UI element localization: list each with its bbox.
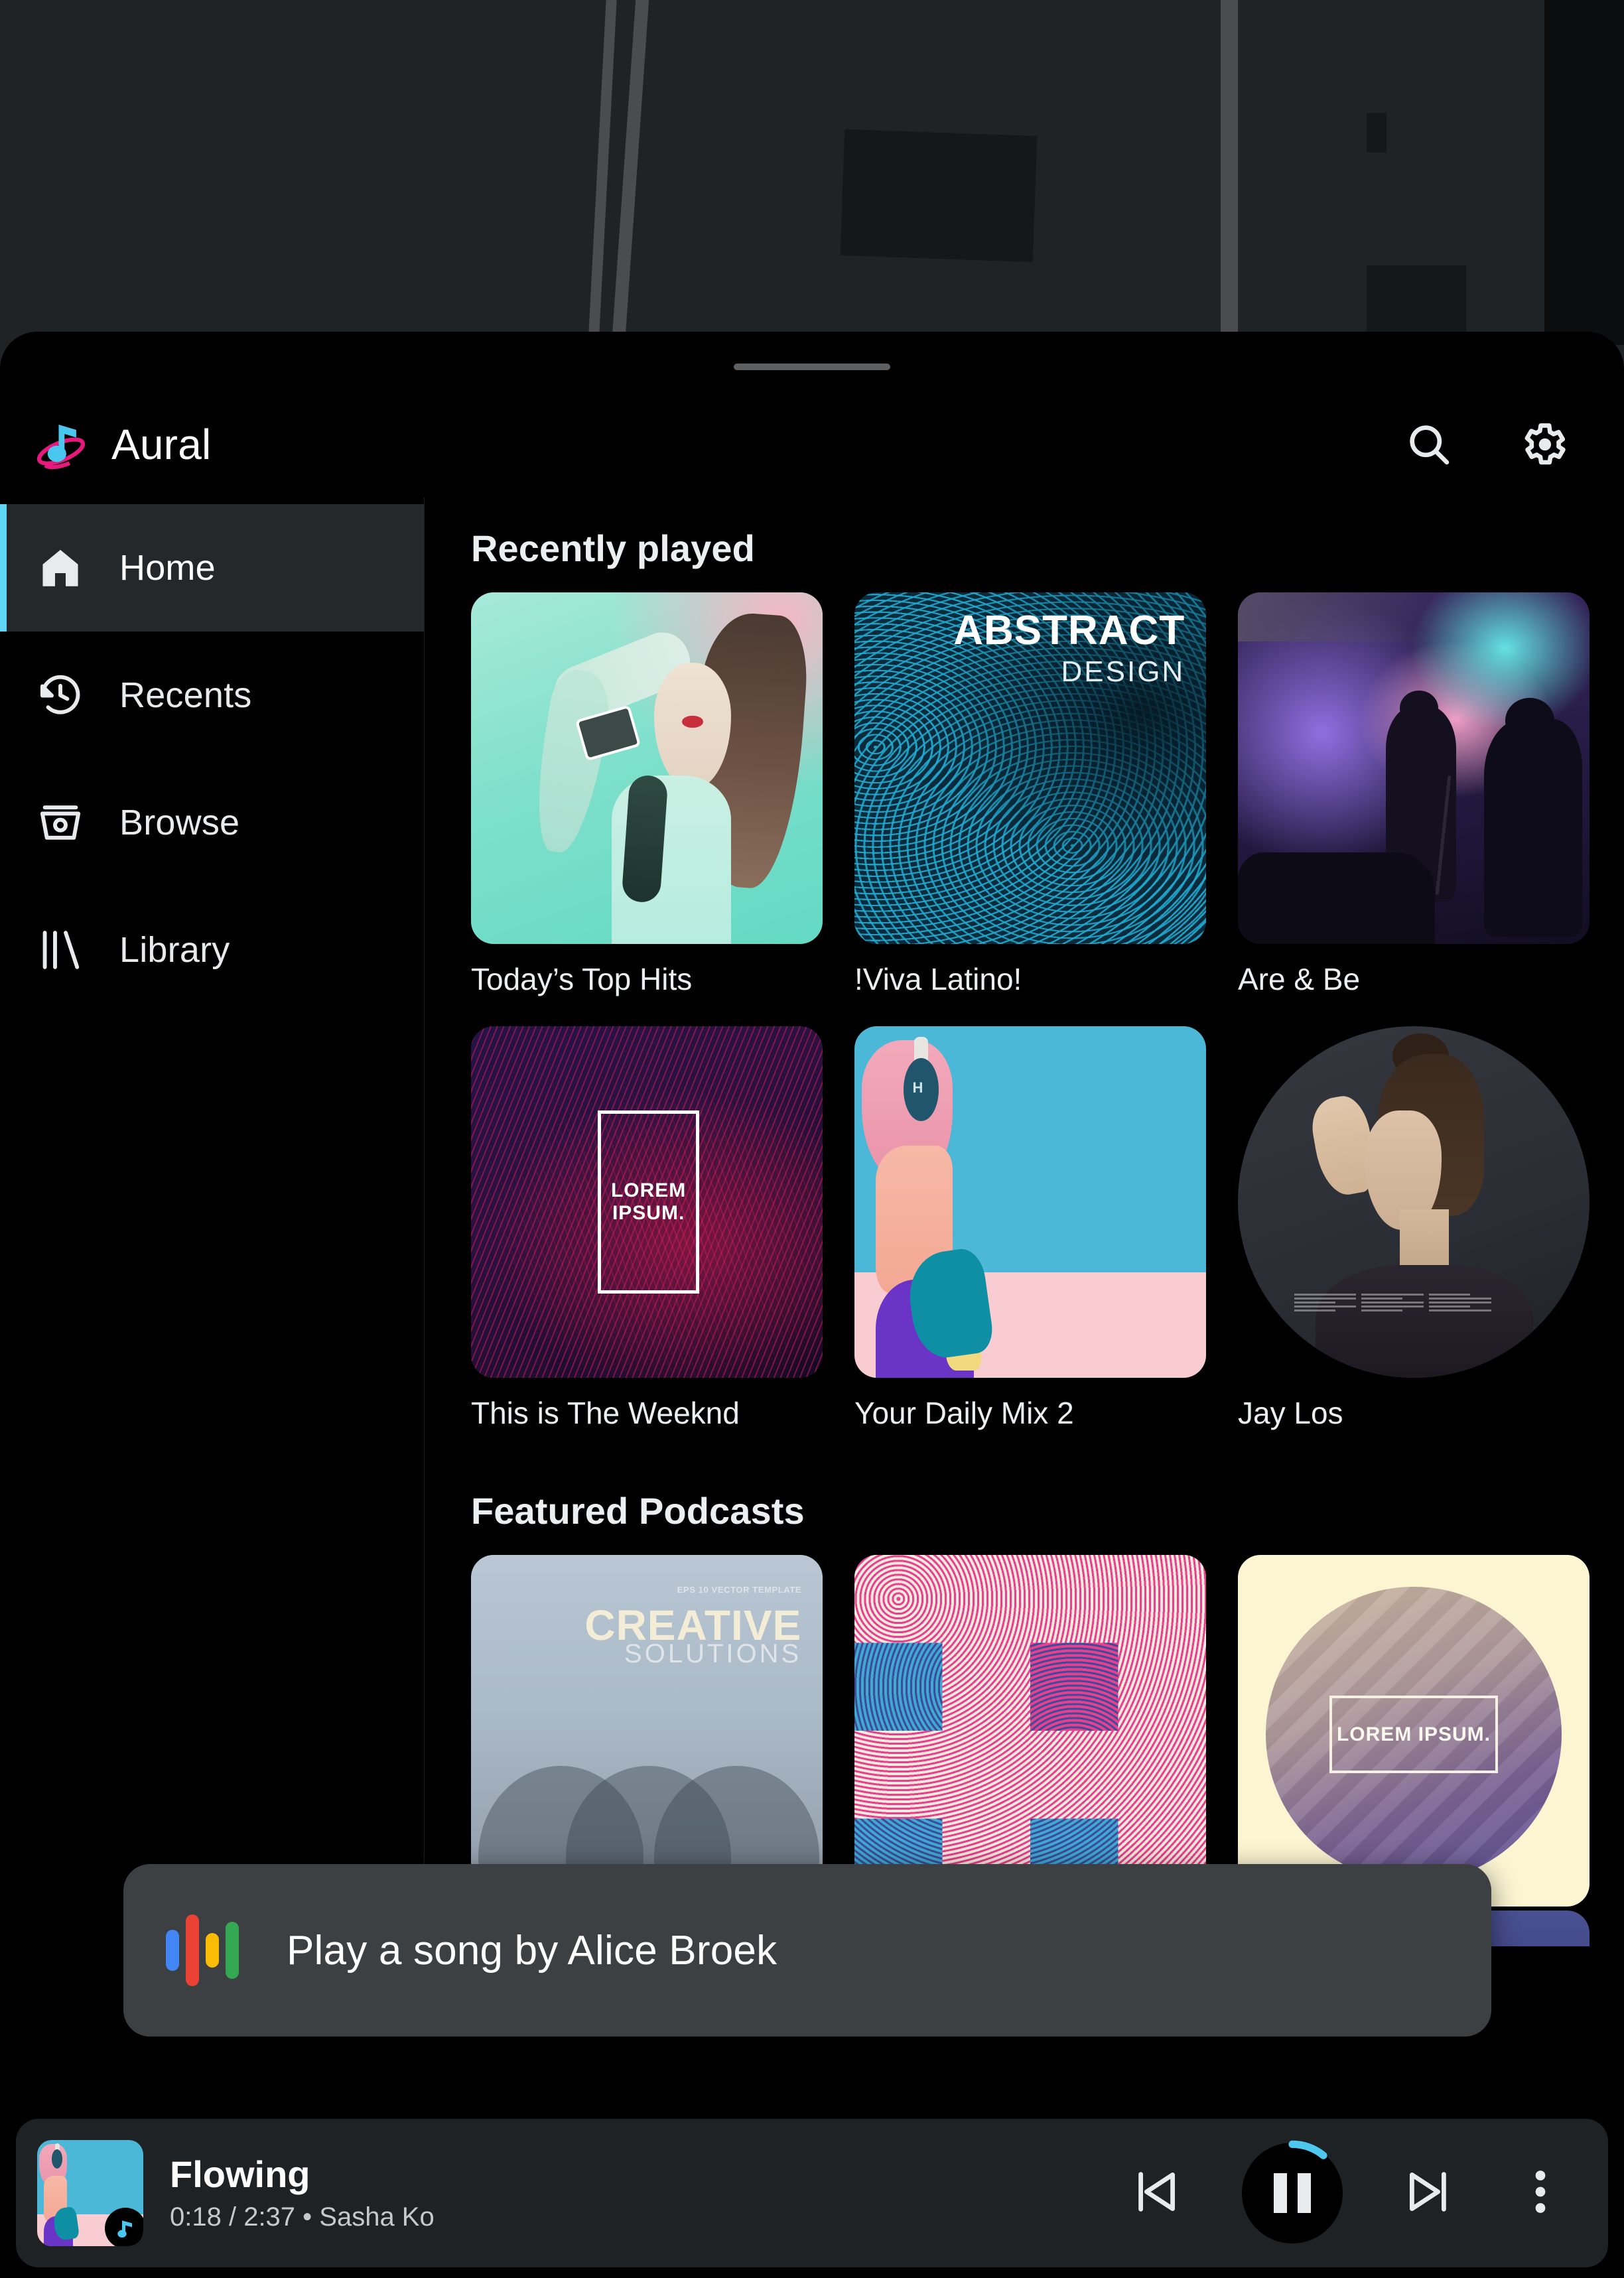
music-note-orbit-logo-icon <box>32 415 90 474</box>
source-badge-icon <box>105 2208 143 2246</box>
card-geometric-pattern[interactable] <box>854 1555 1206 1907</box>
google-assistant-icon <box>166 1914 239 1986</box>
assistant-transcript: Play a song by Alice Broek <box>287 1927 778 1974</box>
card-label: Today’s Top Hits <box>471 962 693 996</box>
podcast-art-subheading: SOLUTIONS <box>624 1639 802 1669</box>
card-this-is-the-weeknd[interactable]: LOREM IPSUM. This is The Weeknd <box>471 1026 823 1460</box>
now-playing-subtitle: 0:18 / 2:37 • Sasha Ko <box>170 2202 435 2232</box>
album-art-woman-editorial-circle[interactable] <box>1238 1026 1590 1378</box>
sidebar-item-label: Recents <box>119 675 252 715</box>
backdrop-panel <box>840 129 1038 263</box>
sidebar-item-label: Home <box>119 548 216 588</box>
sidebar-item-label: Browse <box>119 803 240 842</box>
sidebar-navigation: Home Recents Browse Library <box>0 498 425 1946</box>
now-playing-bar: Flowing 0:18 / 2:37 • Sasha Ko <box>16 2119 1608 2267</box>
sidebar-item-label: Library <box>119 930 230 970</box>
album-art-concert-stage[interactable] <box>1238 592 1590 944</box>
card-jay-los[interactable]: Jay Los <box>1238 1026 1590 1460</box>
app-body: Home Recents Browse Library Recently pla… <box>0 498 1624 1946</box>
sidebar-item-library[interactable]: Library <box>0 886 424 1014</box>
podcast-art-geometric-circles[interactable] <box>854 1555 1206 1907</box>
album-art-purple-crimson-waves[interactable]: LOREM IPSUM. <box>471 1026 823 1378</box>
gear-icon[interactable] <box>1518 419 1568 470</box>
skip-next-icon[interactable] <box>1397 2160 1461 2227</box>
assistant-overlay[interactable]: Play a song by Alice Broek <box>123 1864 1491 2037</box>
play-pause-button[interactable] <box>1239 2140 1345 2246</box>
library-icon <box>36 925 85 974</box>
section-title-featured-podcasts: Featured Podcasts <box>471 1490 805 1532</box>
recently-played-grid: Today’s Top Hits ABSTRACT DESIGN !Viva L… <box>471 592 1624 1460</box>
card-todays-top-hits[interactable]: Today’s Top Hits <box>471 592 823 1026</box>
album-art-pink-hair-headphones[interactable]: H <box>854 1026 1206 1378</box>
more-vertical-icon[interactable] <box>1513 2164 1568 2223</box>
card-label: Are & Be <box>1238 962 1361 996</box>
card-label: Your Daily Mix 2 <box>854 1396 1074 1430</box>
section-title-recently-played: Recently played <box>471 527 755 569</box>
sidebar-item-browse[interactable]: Browse <box>0 759 424 886</box>
skip-previous-icon[interactable] <box>1124 2160 1187 2227</box>
album-art-abstract-design[interactable]: ABSTRACT DESIGN <box>854 592 1206 944</box>
podcast-art-creative-solutions[interactable]: EPS 10 VECTOR TEMPLATE CREATIVE SOLUTION… <box>471 1555 823 1907</box>
home-icon <box>36 543 85 592</box>
sidebar-item-recents[interactable]: Recents <box>0 632 424 759</box>
sidebar-item-home[interactable]: Home <box>0 504 424 632</box>
card-viva-latino[interactable]: ABSTRACT DESIGN !Viva Latino! <box>854 592 1206 1026</box>
backdrop-pillar <box>587 0 618 352</box>
featured-podcasts-grid: EPS 10 VECTOR TEMPLATE CREATIVE SOLUTION… <box>471 1555 1624 1907</box>
card-label: !Viva Latino! <box>854 962 1022 996</box>
backdrop-pillar <box>1221 0 1238 352</box>
main-content: Recently played Today’s Top Hits ABSTRAC… <box>425 498 1624 1946</box>
podcast-art-tag: EPS 10 VECTOR TEMPLATE <box>677 1585 802 1595</box>
album-art-woman-teal-portrait[interactable] <box>471 592 823 944</box>
card-label: Jay Los <box>1238 1396 1343 1430</box>
sheet-drag-handle[interactable] <box>734 364 890 370</box>
card-your-daily-mix-2[interactable]: H Your Daily Mix 2 <box>854 1026 1206 1460</box>
app-title: Aural <box>111 421 212 468</box>
now-playing-artwork[interactable] <box>37 2140 143 2246</box>
top-bar-actions <box>1404 419 1568 470</box>
progress-ring <box>1239 2140 1345 2246</box>
card-creative-solutions[interactable]: EPS 10 VECTOR TEMPLATE CREATIVE SOLUTION… <box>471 1555 823 1907</box>
album-art-text: LOREM IPSUM. <box>610 1179 687 1224</box>
backdrop-edge <box>1544 0 1624 345</box>
backdrop-pillar <box>611 0 649 352</box>
podcast-art-text: LOREM IPSUM. <box>1336 1723 1491 1745</box>
app-top-bar: Aural <box>0 391 1624 498</box>
history-icon <box>36 671 85 720</box>
album-art-heading: ABSTRACT <box>953 607 1185 653</box>
backdrop-panel <box>1367 113 1387 153</box>
search-icon[interactable] <box>1404 419 1454 470</box>
player-controls <box>1124 2140 1568 2246</box>
card-are-and-be[interactable]: Are & Be <box>1238 592 1590 1026</box>
album-art-subheading: DESIGN <box>1061 655 1185 688</box>
now-playing-meta: Flowing 0:18 / 2:37 • Sasha Ko <box>170 2154 435 2233</box>
card-gradient-sphere[interactable]: LOREM IPSUM. <box>1238 1555 1590 1907</box>
podcast-art-gradient-sphere[interactable]: LOREM IPSUM. <box>1238 1555 1590 1907</box>
card-label: This is The Weeknd <box>471 1396 740 1430</box>
browse-icon <box>36 798 85 847</box>
app-brand: Aural <box>32 415 211 474</box>
now-playing-title: Flowing <box>170 2153 310 2195</box>
